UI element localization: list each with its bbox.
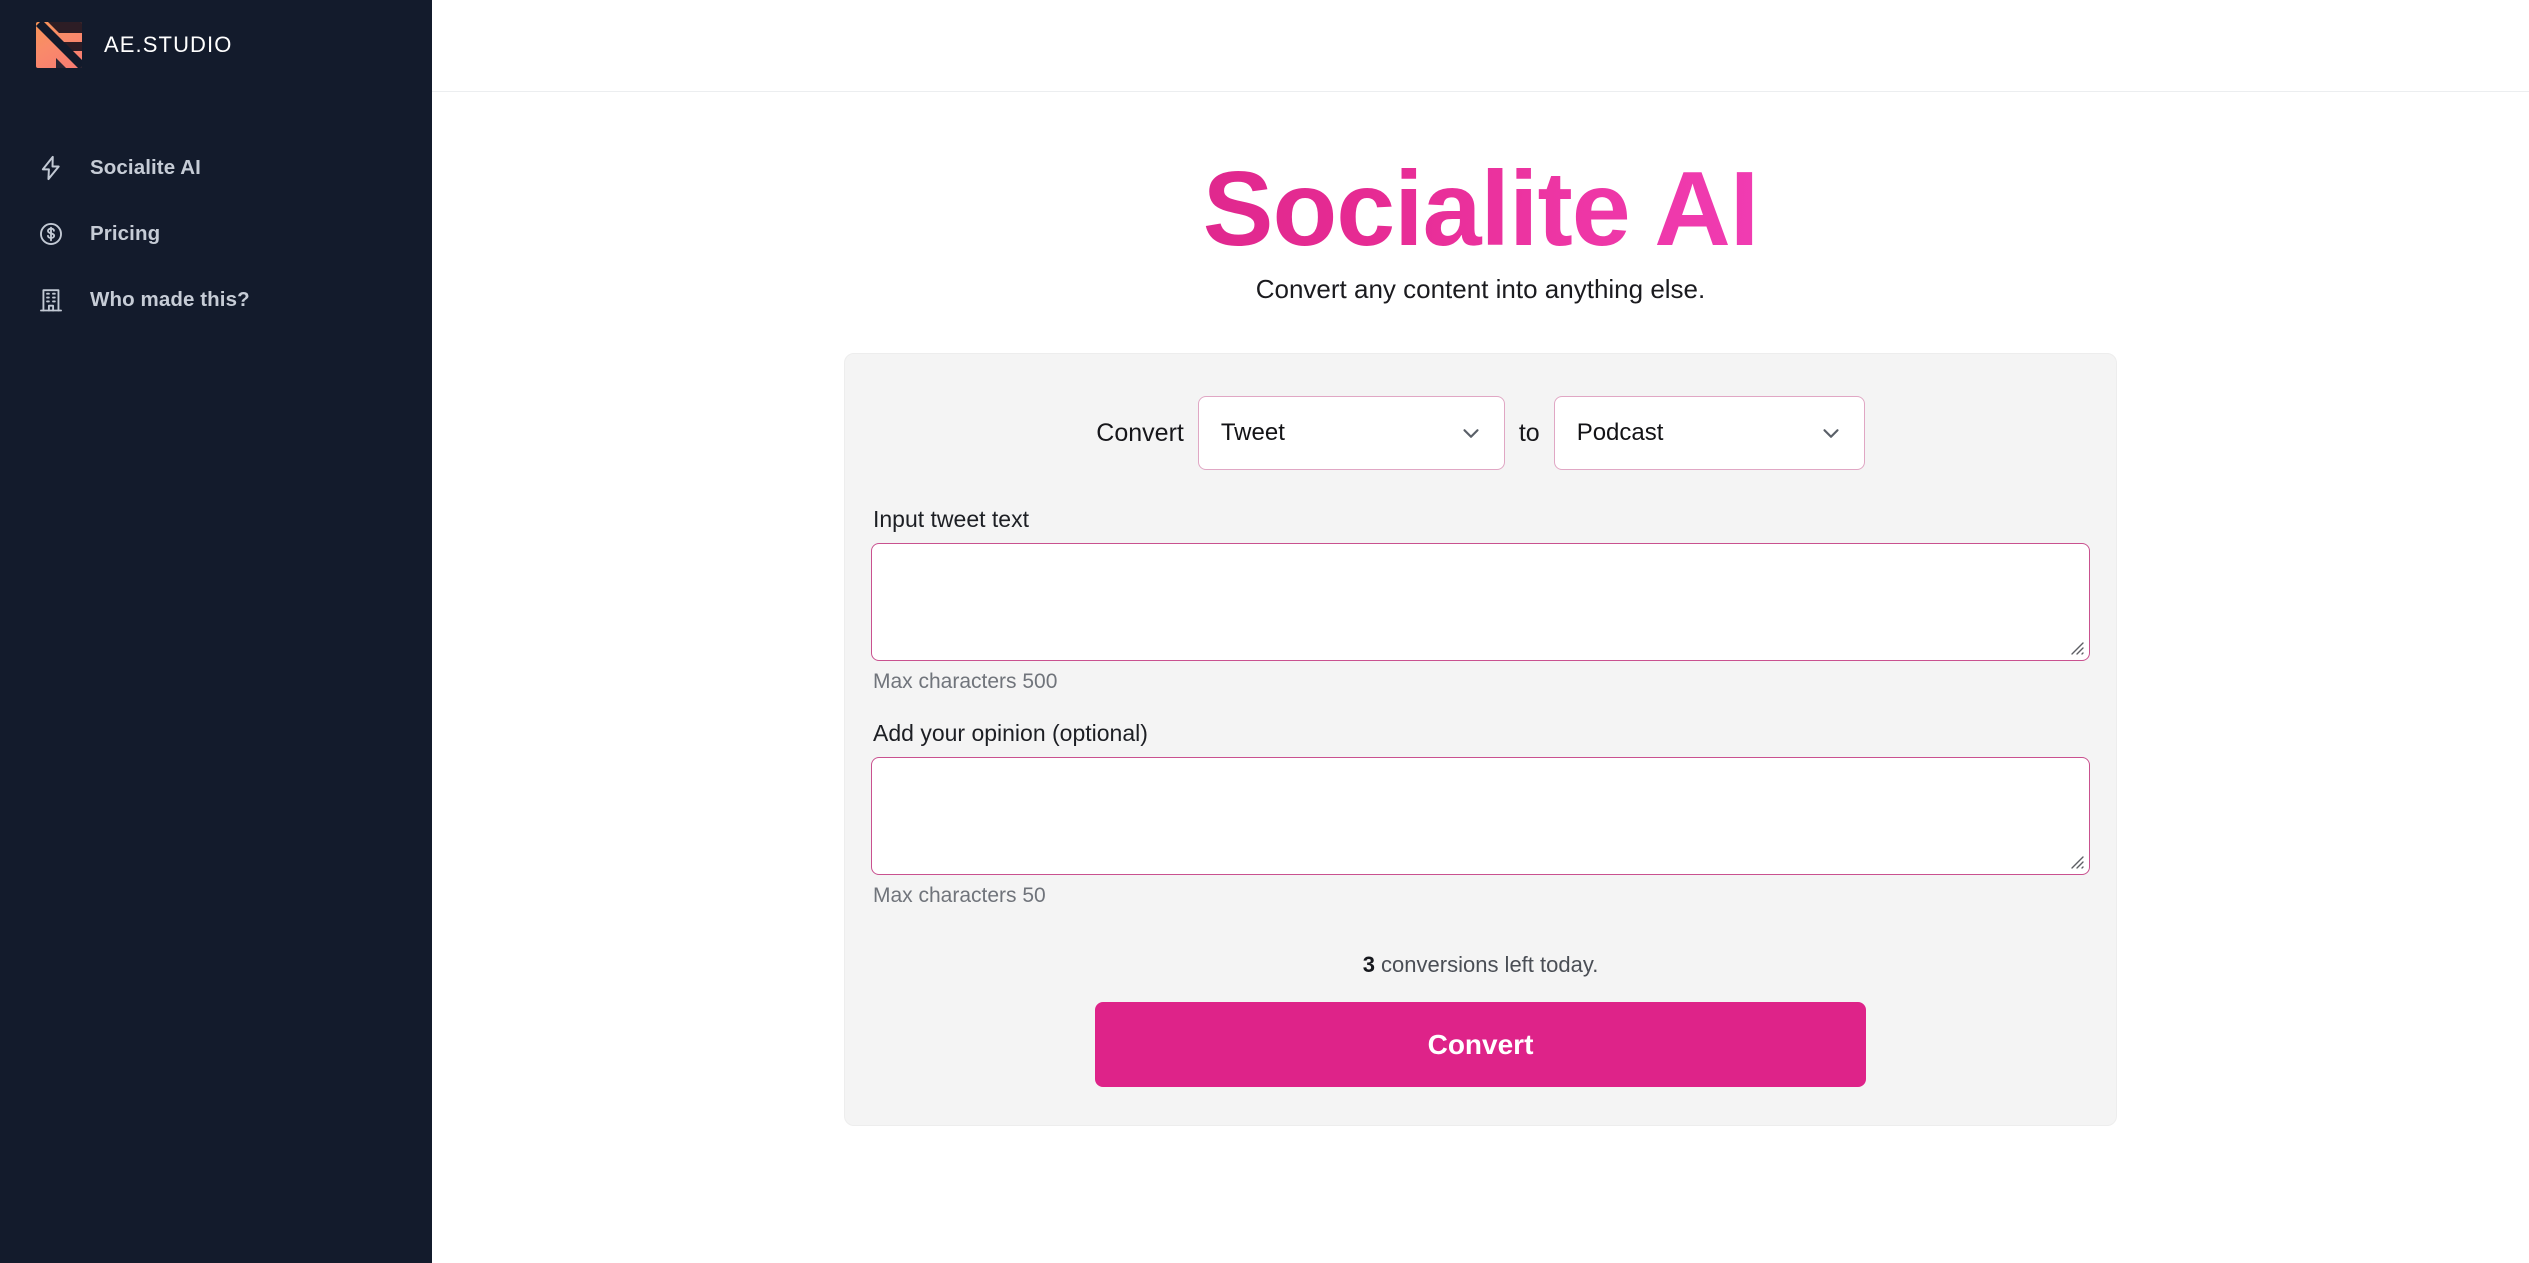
opinion-label: Add your opinion (optional) bbox=[873, 720, 1148, 747]
input-text-textarea[interactable] bbox=[871, 543, 2090, 662]
sidebar-item-label: Pricing bbox=[90, 222, 161, 245]
building-icon bbox=[36, 285, 66, 315]
target-format-value: Podcast bbox=[1576, 419, 1664, 447]
input-text-label: Input tweet text bbox=[873, 506, 1029, 533]
opinion-textarea-wrapper bbox=[871, 757, 2090, 876]
input-text-field-group: Input tweet text Max characters 500 bbox=[871, 506, 2090, 694]
chevron-down-icon bbox=[1450, 412, 1492, 454]
sidebar: AE.STUDIO Socialite AI Pricing Who made … bbox=[0, 0, 432, 1263]
convert-joiner-label: to bbox=[1518, 418, 1540, 447]
dollar-circle-icon bbox=[36, 219, 66, 249]
page-title: Socialite AI bbox=[1202, 150, 1759, 268]
quota-status: 3 conversions left today. bbox=[871, 952, 2090, 978]
main-area: Socialite AI Convert any content into an… bbox=[432, 0, 2529, 1263]
convert-prefix-label: Convert bbox=[1096, 418, 1184, 447]
input-text-help: Max characters 500 bbox=[873, 670, 1058, 694]
brand-header[interactable]: AE.STUDIO bbox=[0, 0, 432, 90]
chevron-down-icon bbox=[1810, 412, 1852, 454]
brand-name: AE.STUDIO bbox=[104, 32, 233, 57]
sidebar-item-who-made-this[interactable]: Who made this? bbox=[0, 267, 432, 333]
convert-selector-row: Convert Tweet to Podcast bbox=[871, 396, 2090, 471]
page-subtitle: Convert any content into anything else. bbox=[1255, 274, 1706, 305]
sidebar-item-socialite-ai[interactable]: Socialite AI bbox=[0, 135, 432, 201]
opinion-textarea[interactable] bbox=[871, 757, 2090, 876]
opinion-field-group: Add your opinion (optional) Max characte… bbox=[871, 720, 2090, 908]
source-format-select[interactable]: Tweet bbox=[1197, 396, 1505, 471]
top-bar bbox=[432, 0, 2529, 92]
ae-studio-logo-icon bbox=[36, 22, 82, 68]
sidebar-item-label: Who made this? bbox=[90, 288, 250, 311]
lightning-bolt-icon bbox=[36, 153, 66, 183]
target-format-select[interactable]: Podcast bbox=[1553, 396, 1865, 471]
sidebar-item-label: Socialite AI bbox=[90, 156, 201, 179]
page-content: Socialite AI Convert any content into an… bbox=[432, 92, 2529, 1263]
source-format-value: Tweet bbox=[1220, 419, 1285, 447]
converter-card: Convert Tweet to Podcast Input tweet tex… bbox=[844, 353, 2117, 1127]
convert-button[interactable]: Convert bbox=[1095, 1002, 1866, 1088]
sidebar-nav: Socialite AI Pricing Who made this? bbox=[0, 135, 432, 333]
quota-count: 3 bbox=[1362, 952, 1375, 978]
quota-text: conversions left today. bbox=[1374, 952, 1599, 978]
input-textarea-wrapper bbox=[871, 543, 2090, 662]
app-root: AE.STUDIO Socialite AI Pricing Who made … bbox=[0, 0, 2529, 1263]
opinion-help: Max characters 50 bbox=[873, 884, 1046, 908]
sidebar-item-pricing[interactable]: Pricing bbox=[0, 201, 432, 267]
